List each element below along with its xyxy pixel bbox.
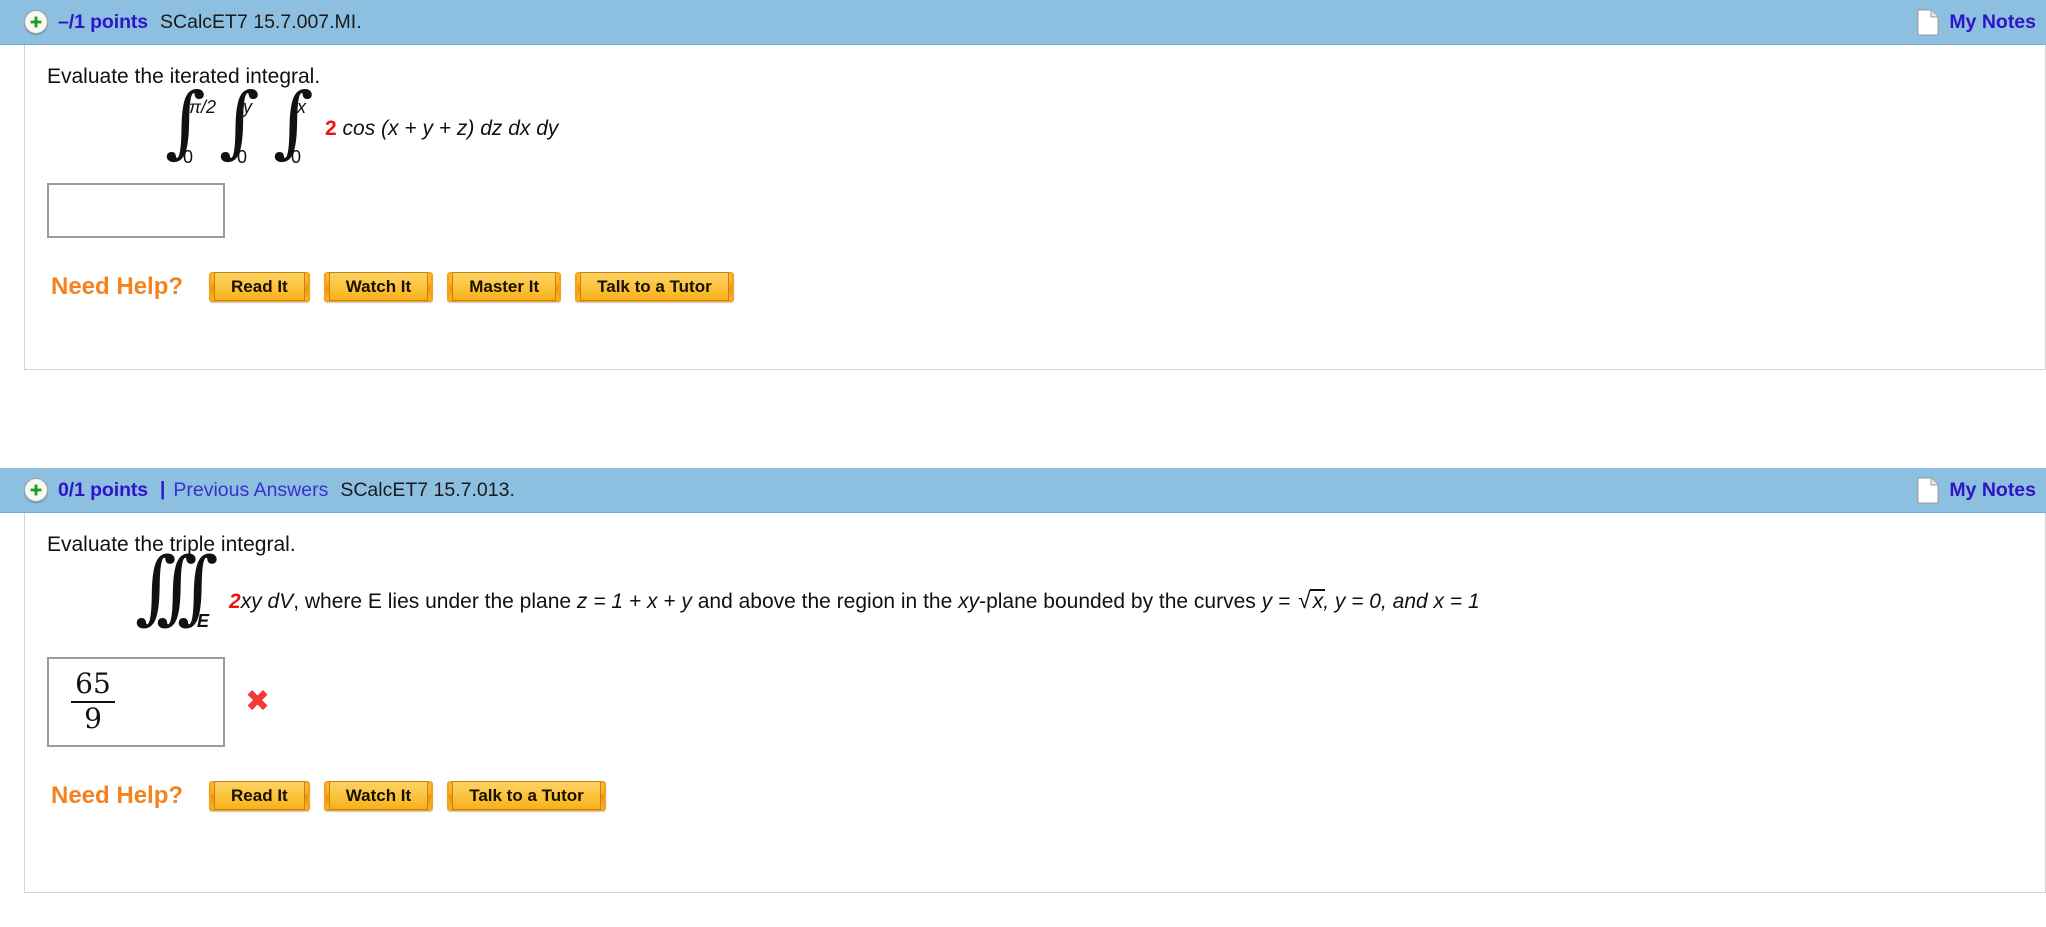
integral-region-subscript: E	[197, 611, 210, 631]
integrand-body: cos (x + y + z) dz dx dy	[336, 117, 559, 140]
integral-lower-limit: 0	[237, 147, 248, 167]
question-prompt-1: Evaluate the iterated integral.	[47, 65, 321, 88]
expand-icon[interactable]	[24, 10, 48, 34]
triple-integral-sign: ∫ ∫ ∫ E	[135, 547, 219, 643]
fraction-denominator: 9	[84, 702, 102, 735]
read-it-label: Read It	[214, 781, 305, 810]
radicand: x	[1312, 590, 1324, 613]
integrand-1: 2 cos (x + y + z) dz dx dy	[325, 117, 558, 141]
question-prompt-2: Evaluate the triple integral.	[47, 533, 296, 556]
plane-equation: z = 1 + x + y	[576, 590, 692, 613]
curve-rest: , y = 0, and x = 1	[1323, 590, 1480, 613]
read-it-button[interactable]: Read It	[209, 272, 310, 302]
expand-icon[interactable]	[24, 478, 48, 502]
note-page-icon	[1917, 477, 1939, 504]
read-it-button[interactable]: Read It	[209, 781, 310, 811]
integrand-coefficient: 2	[229, 590, 241, 613]
question-panel-2: Evaluate the triple integral. ∫ ∫ ∫ E 2x…	[24, 513, 2046, 893]
integrand-body: xy dV	[240, 590, 294, 613]
integral-text-1: , where E lies under the plane	[293, 590, 577, 613]
question-spacer	[0, 370, 2046, 468]
read-it-label: Read It	[214, 272, 305, 301]
fraction-numerator: 65	[75, 667, 111, 701]
my-notes-button[interactable]: My Notes	[1917, 0, 2036, 45]
integral-expression-2: ∫ ∫ ∫ E 2xy dV, where E lies under the p…	[25, 547, 2045, 643]
answer-fraction: 65 9	[71, 670, 115, 733]
need-help-label: Need Help?	[51, 273, 184, 300]
points-label: –/1 points	[58, 10, 149, 33]
talk-to-a-tutor-label: Talk to a Tutor	[580, 272, 729, 301]
answer-input-2[interactable]: 65 9	[47, 657, 225, 747]
integral-upper-limit: y	[243, 97, 252, 117]
xy-label: xy	[958, 590, 980, 613]
integral-upper-limit: π/2	[189, 97, 217, 117]
integral-text-3: -plane bounded by the curves	[979, 590, 1262, 613]
header-separator: |	[160, 479, 166, 500]
talk-to-a-tutor-button[interactable]: Talk to a Tutor	[575, 272, 734, 302]
need-help-row-2: Need Help? Read It Watch It Talk to a Tu…	[25, 781, 2045, 811]
watch-it-button[interactable]: Watch It	[323, 272, 434, 302]
curve-1-lhs: y =	[1261, 590, 1297, 613]
master-it-label: Master It	[452, 272, 557, 301]
question-code: SCalcET7 15.7.013.	[340, 478, 515, 501]
question-code: SCalcET7 15.7.007.MI.	[160, 10, 362, 33]
integrand-2: 2xy dV, where E lies under the plane z =…	[229, 587, 1480, 615]
answer-row-1	[25, 183, 2045, 238]
incorrect-mark-icon: ✖	[245, 684, 271, 719]
integrand-coefficient: 2	[325, 117, 337, 140]
note-page-icon	[1917, 9, 1939, 36]
answer-input-1[interactable]	[47, 183, 225, 238]
previous-answers-link[interactable]: Previous Answers	[173, 479, 328, 502]
integral-sign-2: ∫ y 0	[219, 83, 260, 169]
watch-it-button[interactable]: Watch It	[323, 781, 434, 811]
question-header-2: 0/1 points | Previous Answers SCalcET7 1…	[0, 468, 2046, 513]
answer-row-2: 65 9 ✖	[25, 657, 2045, 747]
integral-lower-limit: 0	[291, 147, 302, 167]
my-notes-label: My Notes	[1949, 479, 2036, 501]
my-notes-button[interactable]: My Notes	[1917, 468, 2036, 513]
question-panel-1: Evaluate the iterated integral. ∫ π/2 0 …	[24, 45, 2046, 370]
integral-sign-1: ∫ π/2 0	[165, 83, 216, 169]
watch-it-label: Watch It	[328, 272, 429, 301]
integral-sign-3: ∫ x 0	[273, 83, 314, 169]
talk-to-a-tutor-label: Talk to a Tutor	[452, 781, 601, 810]
integral-expression-1: ∫ π/2 0 ∫ y 0 ∫ x 0 2 cos (x + y + z) dz…	[25, 83, 2045, 169]
need-help-row-1: Need Help? Read It Watch It Master It Ta…	[25, 272, 2045, 302]
need-help-label: Need Help?	[51, 782, 184, 809]
master-it-button[interactable]: Master It	[447, 272, 562, 302]
integral-lower-limit: 0	[183, 147, 194, 167]
points-label: 0/1 points	[58, 478, 149, 501]
integral-text-2: and above the region in the	[691, 590, 959, 613]
radical-icon: √	[1298, 587, 1311, 613]
question-header-1: –/1 points SCalcET7 15.7.007.MI. My Note…	[0, 0, 2046, 45]
watch-it-label: Watch It	[328, 781, 429, 810]
sqrt-expression: √ x	[1296, 587, 1326, 615]
integral-upper-limit: x	[297, 97, 306, 117]
talk-to-a-tutor-button[interactable]: Talk to a Tutor	[447, 781, 606, 811]
my-notes-label: My Notes	[1949, 11, 2036, 33]
